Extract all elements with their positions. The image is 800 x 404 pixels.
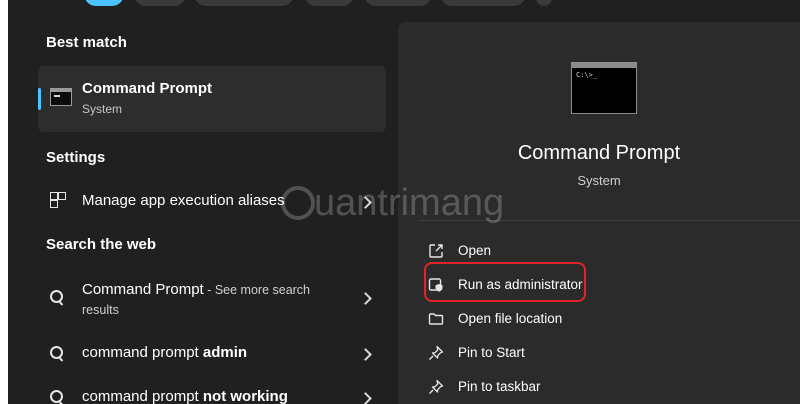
action-label: Open file location — [458, 311, 563, 326]
preview-title: Command Prompt — [517, 142, 681, 164]
web-result[interactable]: command prompt not working — [38, 384, 386, 404]
web-result-prefix: command prompt — [82, 388, 203, 404]
search-web-heading: Search the web — [46, 236, 157, 253]
filter-chip[interactable] — [440, 0, 526, 6]
search-icon — [50, 346, 64, 362]
web-result[interactable]: command prompt admin — [38, 340, 386, 368]
web-result-text: Command Prompt - See more search results — [82, 280, 362, 320]
settings-heading: Settings — [46, 149, 106, 166]
action-label: Pin to Start — [458, 345, 525, 360]
watermark-logo-icon — [281, 186, 315, 220]
chevron-right-icon — [359, 348, 372, 361]
web-result[interactable]: Command Prompt - See more search results — [38, 276, 386, 324]
search-icon — [50, 290, 64, 306]
open-external-icon — [429, 244, 443, 258]
web-result-text: command prompt admin — [82, 344, 247, 361]
command-prompt-icon — [50, 88, 72, 106]
web-result-extra: results — [82, 303, 119, 317]
watermark: uantrimang — [314, 182, 505, 224]
search-panel: Best match Command Prompt System Setting… — [8, 0, 800, 404]
best-match-command-prompt[interactable]: Command Prompt System — [38, 66, 386, 132]
chevron-right-icon — [359, 392, 372, 404]
web-result-prefix: command prompt — [82, 344, 203, 361]
pin-icon — [429, 345, 444, 360]
command-prompt-large-icon: C:\>_ — [571, 62, 637, 114]
web-result-main: Command Prompt — [82, 281, 204, 298]
action-label: Pin to taskbar — [458, 379, 541, 394]
web-result-keyword: not working — [202, 388, 288, 404]
web-result-suffix: - See more search — [203, 283, 311, 297]
action-pin-to-start[interactable]: Pin to Start — [420, 338, 790, 368]
action-label: Open — [458, 243, 492, 258]
best-match-type: System — [82, 102, 123, 116]
app-aliases-icon — [50, 192, 66, 208]
web-result-keyword: admin — [202, 344, 248, 361]
settings-item-label: Manage app execution aliases — [82, 192, 285, 209]
best-match-heading: Best match — [46, 34, 127, 51]
best-match-name: Command Prompt — [82, 80, 213, 97]
selection-indicator — [38, 88, 41, 110]
web-result-text: command prompt not working — [82, 388, 288, 404]
filter-chip[interactable] — [536, 0, 552, 6]
folder-icon — [428, 313, 444, 325]
search-icon — [50, 390, 64, 404]
pin-icon — [429, 379, 444, 394]
command-prompt-icon-text: C:\>_ — [576, 71, 598, 79]
action-open-file-location[interactable]: Open file location — [420, 304, 790, 334]
highlight-box — [424, 262, 586, 302]
action-pin-to-taskbar[interactable]: Pin to taskbar — [420, 372, 790, 402]
